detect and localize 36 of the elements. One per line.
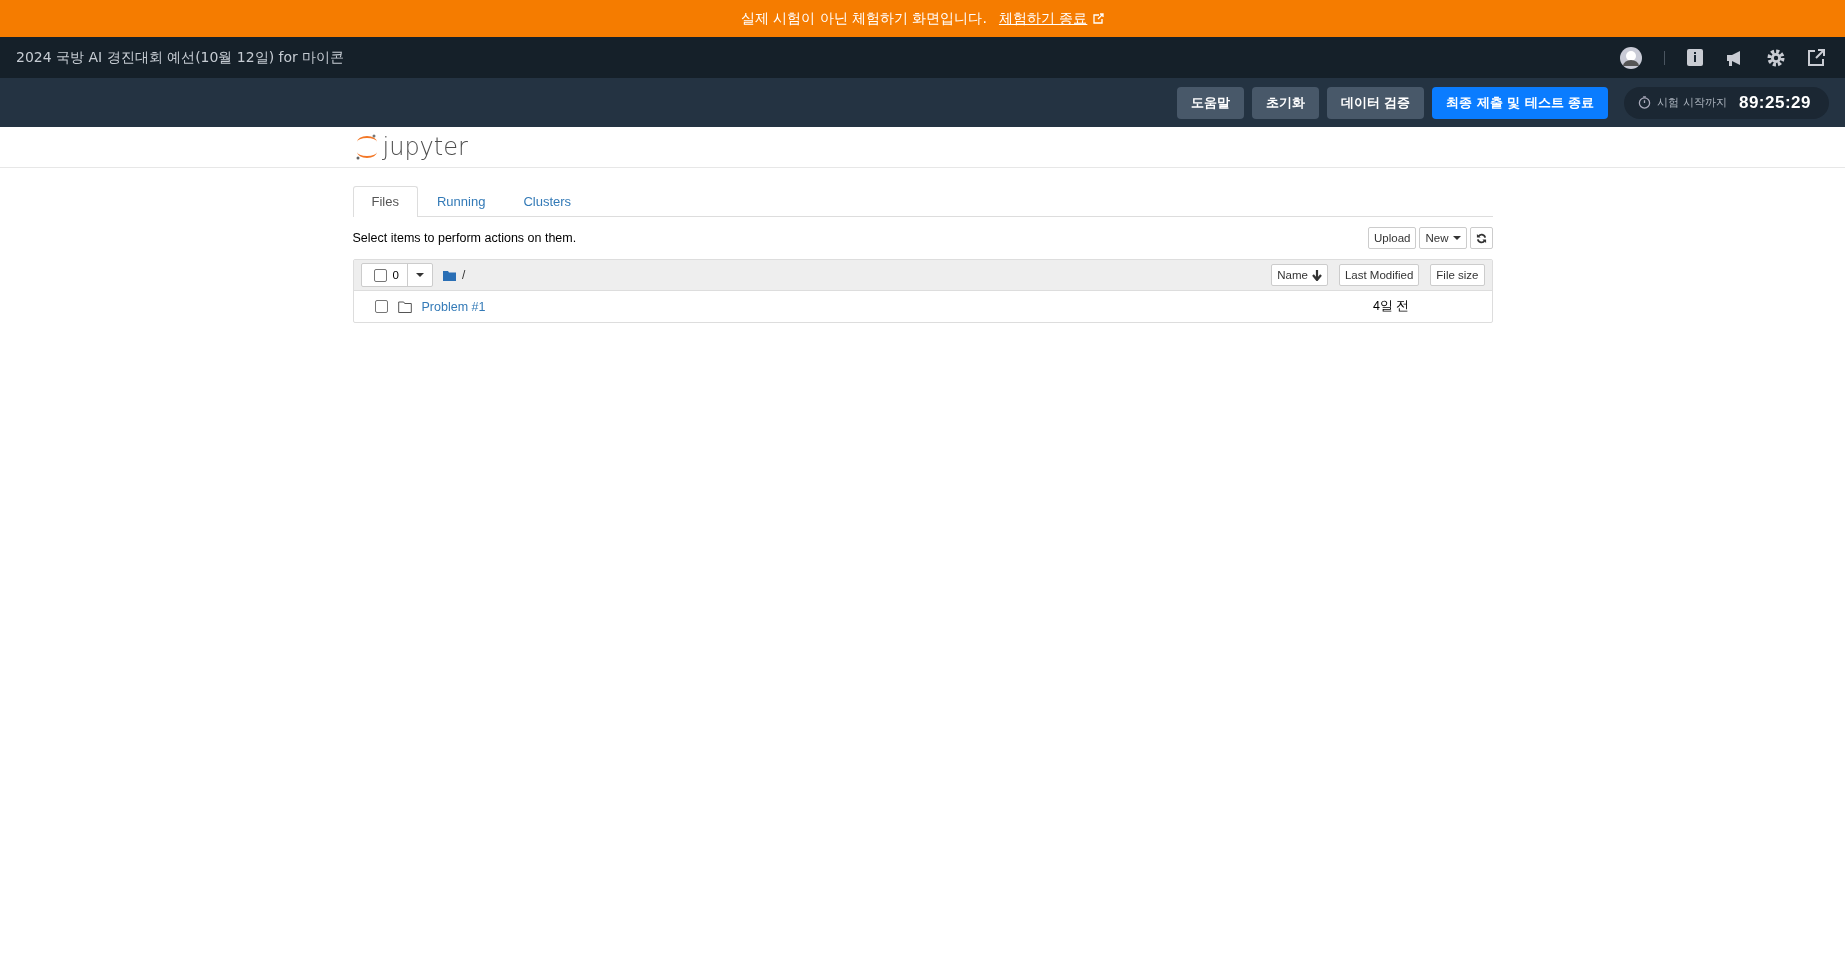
sort-button[interactable]: File size — [1430, 264, 1485, 286]
action-button[interactable]: 초기화 — [1251, 86, 1319, 119]
toolbar-button[interactable]: New — [1419, 227, 1467, 249]
refresh-icon — [1475, 232, 1487, 244]
folder-link[interactable]: Problem #1 — [421, 299, 486, 314]
exam-title: 2024 국방 AI 경진대회 예선(10월 12일) for 마이콘 — [16, 48, 345, 67]
tab[interactable]: Running — [417, 186, 505, 216]
folder-icon — [397, 300, 412, 313]
settings-icon[interactable] — [1766, 47, 1786, 68]
breadcrumb-link[interactable]: / — [461, 268, 466, 282]
timer-label: 시험 시작까지 — [1657, 95, 1727, 110]
refresh-button[interactable] — [1469, 227, 1493, 249]
timer-value: 89:25:29 — [1738, 92, 1811, 113]
toolbar-button[interactable]: Upload — [1368, 227, 1417, 249]
sort-button[interactable]: Name — [1271, 264, 1328, 286]
action-button[interactable]: 최종 제출 및 테스트 종료 — [1432, 86, 1609, 119]
folder-icon — [442, 269, 456, 281]
banner-message: 실제 시험이 아닌 체험하기 화면입니다. — [740, 9, 987, 28]
action-button[interactable]: 도움말 — [1176, 86, 1244, 119]
external-link-icon — [1092, 12, 1105, 25]
avatar-icon[interactable] — [1619, 45, 1643, 70]
jupyter-wordmark: jupyter — [382, 133, 468, 161]
modified-time: 4일 전 — [1373, 298, 1410, 315]
external-link-icon[interactable] — [1807, 48, 1825, 67]
sort-arrow-icon — [1311, 269, 1322, 281]
instruction-text: Select items to perform actions on them. — [352, 231, 577, 245]
select-all-control[interactable]: 0 — [360, 263, 433, 287]
selected-count: 0 — [392, 269, 399, 281]
row-checkbox[interactable] — [374, 300, 388, 313]
tab[interactable]: Files — [352, 186, 418, 217]
sort-button[interactable]: Last Modified — [1338, 264, 1420, 286]
jupyter-logo-icon — [354, 133, 379, 161]
timer-icon — [1638, 96, 1652, 109]
tab[interactable]: Clusters — [504, 186, 591, 216]
action-button[interactable]: 데이터 검증 — [1326, 86, 1425, 119]
select-all-checkbox[interactable] — [373, 268, 387, 282]
